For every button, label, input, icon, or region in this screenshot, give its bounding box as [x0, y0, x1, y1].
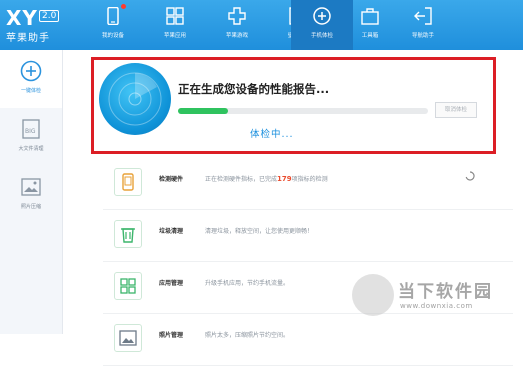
- photo-icon: [21, 178, 41, 196]
- radar-lines: [108, 72, 162, 126]
- check-desc: 正在检测硬件指标，已完成179项指标的检测: [205, 174, 328, 183]
- toolbox-icon: [361, 8, 379, 25]
- gamepad-icon: [228, 7, 246, 25]
- logo-text: XY: [6, 6, 38, 30]
- check-desc: 清理垃圾，释放空间，让您使用更顺畅！: [205, 228, 314, 235]
- check-title: 垃圾清理: [159, 228, 184, 235]
- check-desc: 照片太多，压缩照片节约空间。: [205, 332, 290, 339]
- exit-icon: [414, 7, 432, 25]
- watermark-logo-icon: [352, 274, 394, 316]
- photo-manage-icon: [114, 324, 142, 352]
- check-count: 179: [277, 175, 292, 183]
- nav-apple-games[interactable]: 苹果游戏: [206, 0, 268, 50]
- nav-my-device[interactable]: 我的设备: [82, 0, 144, 50]
- app-name: 苹果助手: [6, 33, 50, 44]
- sidebar-item-big-file-clean[interactable]: BIG 大文件清理: [0, 108, 62, 166]
- check-desc-post: 项指标的检测: [291, 176, 328, 183]
- apps-grid-icon: [166, 7, 184, 25]
- progress-bar: [178, 108, 428, 114]
- watermark-url: www.downxia.com: [400, 302, 473, 310]
- hardware-icon: [114, 168, 142, 196]
- check-title: 应用管理: [159, 280, 184, 287]
- watermark: 当下软件园 www.downxia.com: [352, 274, 523, 334]
- trash-icon: [114, 220, 142, 248]
- sidebar: 一键体检 BIG 大文件清理 照片压缩: [0, 50, 63, 334]
- nav-label: 导航助手: [411, 33, 434, 39]
- check-desc-pre: 正在检测硬件指标，已完成: [205, 176, 278, 183]
- app-logo: XY 2.0 苹果助手: [6, 6, 84, 44]
- sidebar-item-label: 照片压缩: [20, 204, 41, 210]
- check-row-junk-clean: 垃圾清理 清理垃圾，释放空间，让您使用更顺畅！: [103, 209, 513, 262]
- nav-label: 苹果游戏: [225, 33, 248, 39]
- notification-dot: [121, 4, 126, 9]
- checkup-icon: [313, 7, 331, 25]
- radar-scan-icon: [99, 63, 171, 135]
- progress-fill: [178, 108, 228, 114]
- plus-circle-icon: [20, 60, 42, 82]
- nav-apple-apps[interactable]: 苹果应用: [144, 0, 206, 50]
- check-title: 照片管理: [159, 332, 184, 339]
- nav-guide[interactable]: 导航助手: [392, 0, 454, 50]
- checkup-status: 体检中...: [250, 129, 294, 140]
- sidebar-item-label: 大文件清理: [18, 146, 44, 152]
- sidebar-item-label: 一键体检: [20, 88, 41, 94]
- performance-report-panel: 正在生成您设备的性能报告... 取消体检 体检中...: [91, 57, 496, 154]
- phone-icon: [107, 7, 119, 25]
- check-row-hardware: 检测硬件 正在检测硬件指标，已完成179项指标的检测: [103, 157, 513, 210]
- nav-label: 苹果应用: [163, 33, 186, 39]
- svg-text:BIG: BIG: [25, 128, 36, 135]
- version-badge: 2.0: [39, 10, 60, 22]
- check-desc: 升级手机应用，节约手机流量。: [205, 280, 290, 287]
- cancel-checkup-button[interactable]: 取消体检: [435, 102, 477, 118]
- sidebar-item-one-click-checkup[interactable]: 一键体检: [0, 50, 62, 108]
- apps-icon: [114, 272, 142, 300]
- report-title: 正在生成您设备的性能报告...: [178, 82, 330, 96]
- check-title: 检测硬件: [159, 176, 184, 183]
- watermark-title: 当下软件园: [398, 282, 493, 302]
- big-file-icon: BIG: [22, 119, 40, 139]
- top-bar: XY 2.0 苹果助手 我的设备 苹果应用 苹果游戏 壁纸下载 手机体检 工具箱…: [0, 0, 523, 50]
- nav-label: 我的设备: [101, 33, 124, 39]
- loading-spinner-icon: [465, 171, 475, 181]
- sidebar-item-photo-compress[interactable]: 照片压缩: [0, 166, 62, 224]
